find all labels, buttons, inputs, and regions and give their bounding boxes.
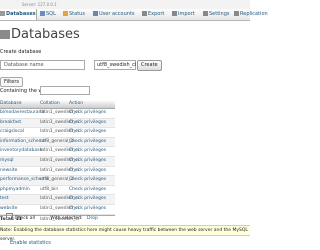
check-privileges-link[interactable]: Check privileges — [69, 168, 106, 173]
table-row: phpmyadmin utf8_bin Check privileges — [0, 186, 115, 196]
check-all-checkbox[interactable] — [6, 213, 13, 220]
database-name-link[interactable]: craigslocal — [0, 129, 24, 134]
page-title: Databases — [0, 27, 80, 42]
database-name-link[interactable]: website — [0, 206, 17, 211]
check-privileges-link[interactable]: Check privileges — [69, 196, 106, 201]
table-row: test latin1_swedish_ci Check privileges — [0, 195, 115, 205]
column-header-collation: Collation — [40, 101, 60, 106]
database-name-link[interactable]: inventorydatabase — [0, 148, 42, 153]
enable-statistics-link[interactable]: Enable statistics — [10, 240, 51, 246]
database-icon — [0, 11, 5, 16]
check-privileges-link[interactable]: Check privileges — [69, 139, 106, 144]
check-privileges-link[interactable]: Check privileges — [69, 206, 106, 211]
table-row: newsite latin1_swedish_ci Check privileges — [0, 167, 115, 177]
tab-user-accounts[interactable]: User accounts — [93, 9, 139, 20]
database-name-link[interactable]: breakfast — [0, 120, 21, 125]
check-privileges-link[interactable]: Check privileges — [69, 158, 106, 163]
tab-settings[interactable]: Settings — [203, 9, 233, 20]
export-icon — [142, 11, 147, 16]
tab-export[interactable]: Export — [142, 9, 170, 20]
database-name-link[interactable]: mysql — [0, 158, 14, 163]
filter-input[interactable] — [40, 86, 90, 95]
database-name-input[interactable]: Database name — [0, 60, 85, 70]
check-privileges-link[interactable]: Check privileges — [69, 110, 106, 115]
gear-icon — [203, 11, 208, 16]
import-icon — [172, 11, 177, 16]
table-header: Database Collation Action — [0, 100, 115, 109]
check-privileges-link[interactable]: Check privileges — [69, 148, 106, 153]
tab-status[interactable]: Status — [63, 9, 91, 20]
table-row: bimodaerestauranti latin1_swedish_ci Check… — [0, 109, 115, 119]
column-header-action: Action — [69, 101, 84, 106]
with-selected-label: With selected: — [50, 216, 83, 221]
create-database-label: Create database — [0, 49, 42, 55]
check-privileges-link[interactable]: Check privileges — [69, 187, 106, 192]
main-tabs: Databases SQL Status User accounts Expor… — [0, 9, 268, 21]
server-breadcrumb[interactable]: Server: 127.0.0.1 — [22, 2, 57, 7]
database-collation: utf8_bin — [40, 186, 59, 192]
bulk-actions: Check all With selected: Drop — [0, 213, 98, 221]
database-name-link[interactable]: newsite — [0, 168, 17, 173]
tab-replication[interactable]: Replication — [234, 9, 274, 20]
table-row: mysql latin1_swedish_ci Check privileges — [0, 156, 115, 167]
tab-databases[interactable]: Databases — [0, 9, 37, 20]
database-name-link[interactable]: test — [0, 196, 9, 201]
replication-icon — [234, 11, 239, 16]
check-privileges-link[interactable]: Check privileges — [69, 177, 106, 182]
database-name-link[interactable]: bimodaerestauranti — [0, 110, 44, 115]
sql-icon — [40, 11, 45, 16]
table-row: performance_schema utf8_general_ci Check p… — [0, 176, 115, 186]
check-privileges-link[interactable]: Check privileges — [69, 120, 106, 125]
table-row: craigslocal latin1_swedish_ci Check privil… — [0, 128, 115, 138]
column-header-database[interactable]: Database — [0, 101, 21, 106]
collation-select[interactable]: utf8_swedish_ci — [94, 60, 136, 70]
table-row: inventorydatabase latin1_swedish_ci Check … — [0, 147, 115, 157]
database-name-link[interactable]: information_schema — [0, 139, 46, 144]
check-privileges-link[interactable]: Check privileges — [69, 129, 106, 134]
tab-import[interactable]: Import — [172, 9, 200, 20]
drop-button[interactable]: Drop — [87, 216, 98, 221]
check-all-label[interactable]: Check all — [14, 216, 35, 221]
create-button[interactable]: Create — [137, 60, 162, 71]
table-row: information_schema utf8_general_ci Check p… — [0, 137, 115, 148]
databases-table: Database Collation Action bimodaerestaur… — [0, 100, 115, 224]
tab-sql[interactable]: SQL — [40, 9, 62, 20]
users-icon — [93, 11, 98, 16]
statistics-notice: Note: Enabling the database statistics h… — [0, 225, 250, 242]
filters-legend: Filters — [0, 77, 23, 87]
database-name-link[interactable]: phpmyadmin — [0, 187, 30, 192]
table-row: breakfast latin1_swedish_ci Check privileg… — [0, 118, 115, 129]
status-icon — [63, 11, 68, 16]
database-icon — [0, 30, 10, 39]
